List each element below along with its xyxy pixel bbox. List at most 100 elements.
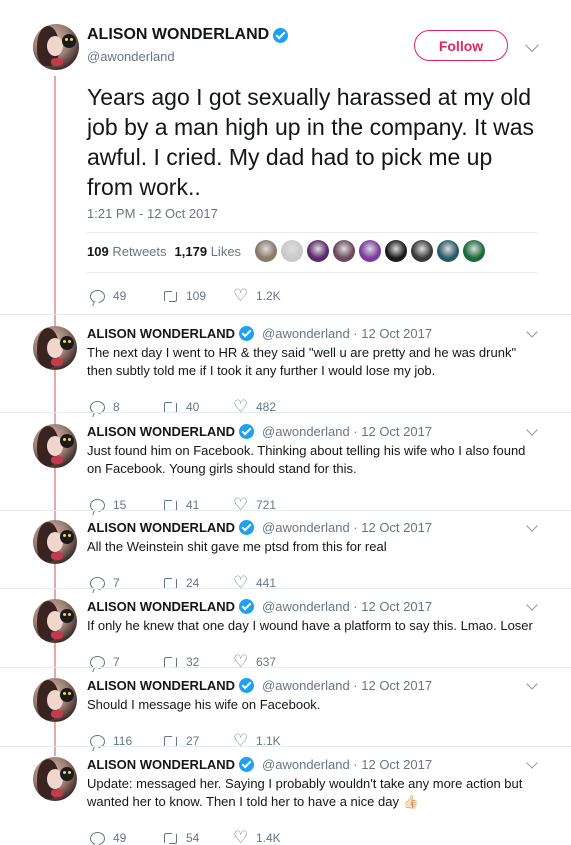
reply-text: The next day I went to HR & they said "w… [87,345,517,378]
avatar[interactable] [33,678,77,722]
reply-header: ALISON WONDERLAND @awonderland · 12 Oct 2… [87,520,432,535]
tweet-text: Years ago I got sexually harassed at my … [87,84,535,200]
heart-icon [51,358,63,366]
divider [0,412,571,413]
author-name[interactable]: ALISON WONDERLAND [87,757,235,772]
author-name[interactable]: ALISON WONDERLAND [87,326,235,341]
liker-avatar[interactable] [333,240,355,262]
reply-icon [90,289,105,303]
chevron-down-icon[interactable] [526,757,538,769]
divider [0,510,571,511]
like-button[interactable]: 1.2K [233,286,281,306]
reply-button[interactable]: 49 [90,831,162,845]
reply-header: ALISON WONDERLAND @awonderland · 12 Oct 2… [87,599,432,614]
reply-text: Should I message his wife on Facebook. [87,697,321,712]
verified-badge-icon [239,326,255,341]
author-name-row[interactable]: ALISON WONDERLAND [87,26,289,44]
avatar[interactable] [33,520,77,564]
retweet-button[interactable]: 54 [162,831,234,845]
liker-avatar[interactable] [281,240,303,262]
likes-stat[interactable]: 1,179 Likes [175,244,242,259]
chevron-down-icon[interactable] [526,326,538,338]
reply-header: ALISON WONDERLAND @awonderland · 12 Oct 2… [87,678,432,693]
liker-avatar[interactable] [437,240,459,262]
avatar[interactable] [33,424,77,468]
cat-icon [60,688,74,702]
retweet-button[interactable]: 109 [162,289,234,303]
heart-outline-icon [233,286,248,306]
follow-button[interactable]: Follow [414,30,508,61]
author-handle-date[interactable]: @awonderland · 12 Oct 2017 [262,599,432,614]
tweet-timestamp[interactable]: 1:21 PM - 12 Oct 2017 [87,206,218,221]
chevron-down-icon[interactable] [526,678,538,690]
liker-avatar[interactable] [411,240,433,262]
liker-avatar[interactable] [463,240,485,262]
divider [0,314,571,315]
avatar[interactable] [33,599,77,643]
author-handle-date[interactable]: @awonderland · 12 Oct 2017 [262,757,432,772]
retweet-count: 109 [186,289,207,303]
cat-icon [60,434,74,448]
author-handle[interactable]: @awonderland [87,49,175,64]
reply-count: 49 [113,289,127,303]
cat-icon [60,609,74,623]
retweet-icon [162,290,178,302]
chevron-down-icon[interactable] [526,599,538,611]
verified-badge-icon [273,27,289,43]
verified-badge-icon [239,678,255,693]
author-handle-date[interactable]: @awonderland · 12 Oct 2017 [262,424,432,439]
reply-text: Just found him on Facebook. Thinking abo… [87,443,526,476]
chevron-down-icon[interactable] [526,520,538,532]
author-name[interactable]: ALISON WONDERLAND [87,520,235,535]
thread-line [54,76,56,756]
retweets-stat[interactable]: 109 Retweets [87,244,167,259]
divider [0,746,571,747]
divider [87,272,537,273]
verified-badge-icon [239,520,255,535]
liker-avatar[interactable] [307,240,329,262]
author-handle-date[interactable]: @awonderland · 12 Oct 2017 [262,678,432,693]
avatar[interactable] [33,24,79,70]
chevron-down-icon[interactable] [526,424,538,436]
reply-count: 49 [113,831,127,845]
reply-text: If only he knew that one day I wound hav… [87,618,533,633]
divider [0,588,571,589]
reply-header: ALISON WONDERLAND @awonderland · 12 Oct 2… [87,757,432,772]
liker-avatar[interactable] [385,240,407,262]
cat-icon [60,530,74,544]
avatar[interactable] [33,757,77,801]
liker-avatar[interactable] [359,240,381,262]
cat-icon [62,34,76,48]
author-handle-date[interactable]: @awonderland · 12 Oct 2017 [262,520,432,535]
heart-icon [51,456,63,464]
avatar[interactable] [33,326,77,370]
author-name[interactable]: ALISON WONDERLAND [87,678,235,693]
reply-text: All the Weinstein shit gave me ptsd from… [87,539,387,554]
reply-text: Update: messaged her. Saying I probably … [87,776,523,809]
reply-button[interactable]: 49 [90,289,162,303]
author-name[interactable]: ALISON WONDERLAND [87,599,235,614]
heart-icon [51,631,63,639]
heart-icon [51,789,63,797]
author-handle-date[interactable]: @awonderland · 12 Oct 2017 [262,326,432,341]
divider [0,667,571,668]
reply-header: ALISON WONDERLAND @awonderland · 12 Oct 2… [87,424,432,439]
retweet-icon [162,832,178,844]
heart-outline-icon [233,828,248,845]
retweet-count: 54 [186,831,200,845]
like-button[interactable]: 1.4K [233,828,281,845]
chevron-down-icon[interactable] [524,37,540,53]
likers-avatars [255,240,485,262]
author-name[interactable]: ALISON WONDERLAND [87,424,235,439]
liker-avatar[interactable] [255,240,277,262]
reply-header: ALISON WONDERLAND @awonderland · 12 Oct 2… [87,326,432,341]
verified-badge-icon [239,599,255,614]
reply-icon [90,831,105,845]
tweet-stats: 109 Retweets 1,179 Likes [87,244,241,259]
author-name[interactable]: ALISON WONDERLAND [87,26,269,44]
heart-icon [51,552,63,560]
like-count: 1.4K [256,831,281,845]
cat-icon [60,336,74,350]
like-count: 1.2K [256,289,281,303]
reply-actions: 49 54 1.4K [90,828,281,845]
